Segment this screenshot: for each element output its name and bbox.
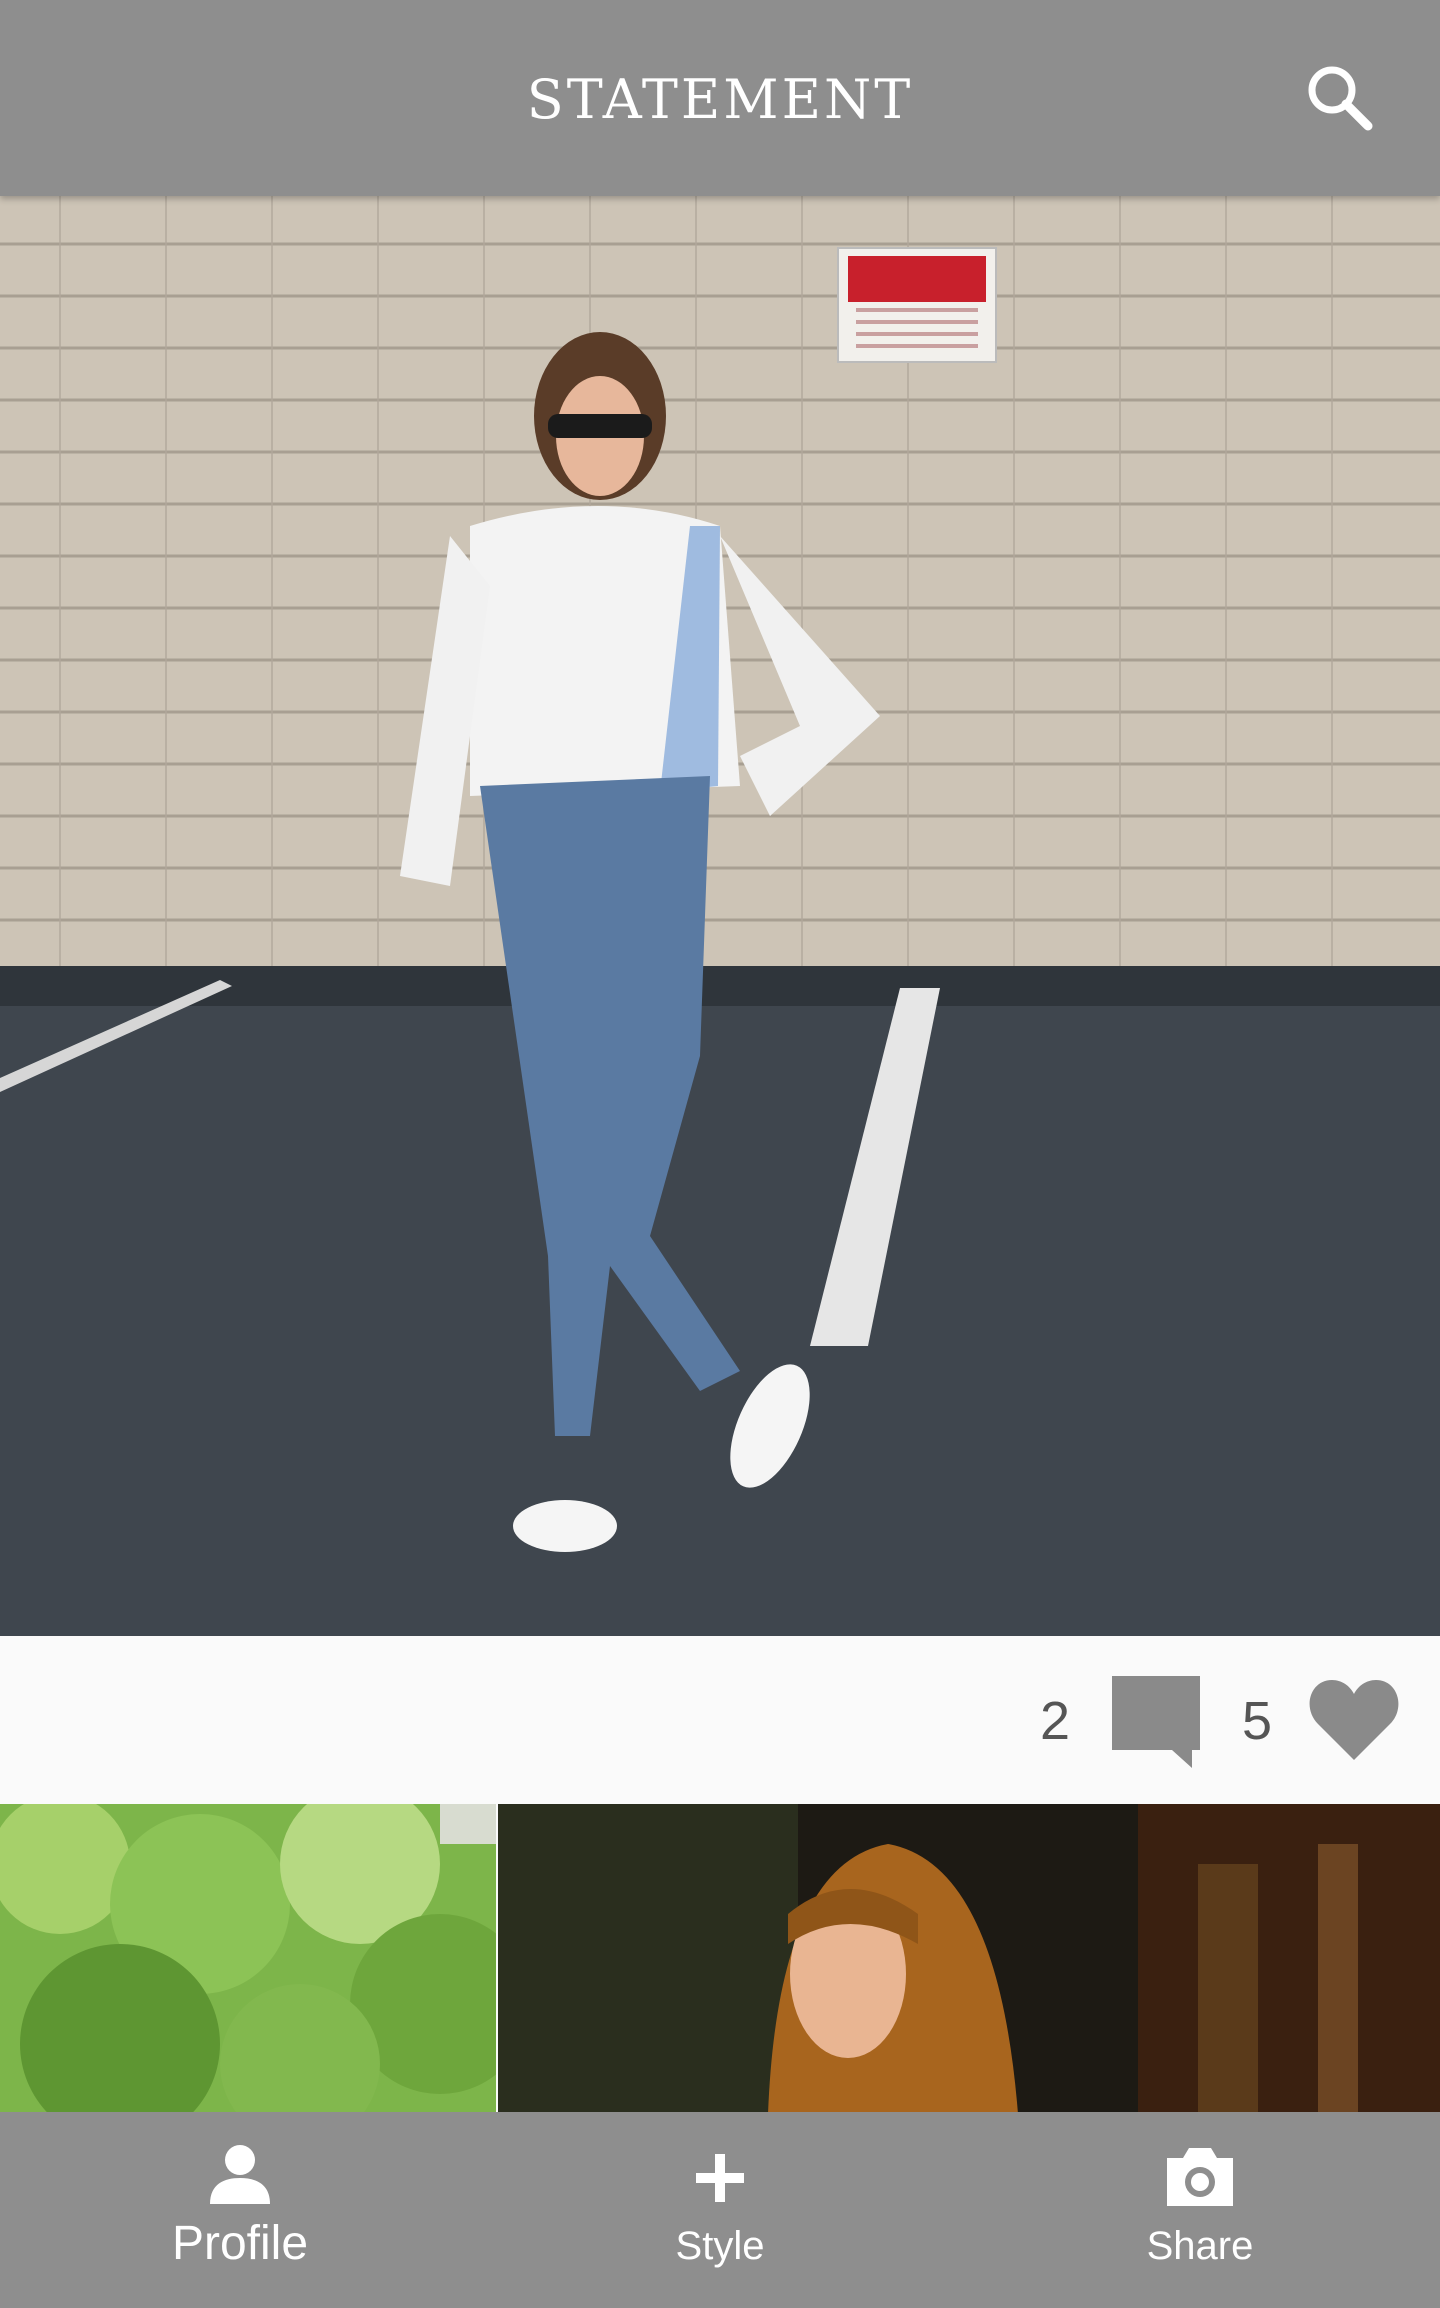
nav-profile[interactable]: Profile	[90, 2112, 390, 2308]
bottom-navigation: Profile Style Share	[0, 2112, 1440, 2308]
heart-icon	[1309, 1680, 1399, 1760]
camera-icon	[1167, 2148, 1233, 2206]
person-icon	[210, 2145, 270, 2204]
like-button[interactable]	[1306, 1672, 1402, 1768]
nav-style-label: Style	[675, 2224, 765, 2268]
photo-grid-row	[0, 1804, 1440, 2114]
grid-photo[interactable]	[498, 1804, 1440, 2114]
app-header: STATEMENT	[0, 0, 1440, 196]
comment-button[interactable]	[1108, 1672, 1204, 1768]
post-action-bar: 2 5	[0, 1636, 1440, 1804]
nav-share[interactable]: Share	[1050, 2112, 1350, 2308]
plus-icon	[696, 2154, 744, 2202]
search-icon	[1308, 66, 1373, 131]
comment-icon	[1112, 1676, 1200, 1768]
search-button[interactable]	[1300, 58, 1380, 138]
nav-style[interactable]: Style	[570, 2112, 870, 2308]
grid-photo[interactable]	[0, 1804, 496, 2114]
comment-count: 2	[1040, 1691, 1071, 1751]
like-count: 5	[1242, 1691, 1273, 1751]
nav-share-label: Share	[1146, 2224, 1254, 2268]
post-photo[interactable]	[0, 196, 1440, 1636]
nav-profile-label: Profile	[171, 2217, 309, 2270]
app-title: STATEMENT	[526, 68, 914, 131]
